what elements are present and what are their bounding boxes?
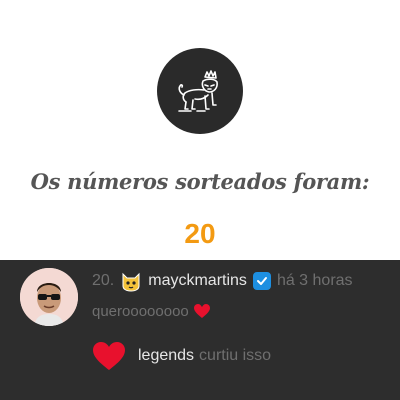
comment-text: queroooooooo (92, 302, 189, 320)
lion-icon (178, 70, 218, 112)
check-badge-icon (252, 272, 271, 290)
result-section: Os números sorteados foram: 20 (0, 0, 400, 260)
avatar-image (20, 268, 78, 326)
comment-rank: 20. (92, 272, 115, 289)
logo (157, 48, 243, 134)
avatar[interactable] (20, 268, 78, 326)
heart-icon[interactable] (92, 341, 126, 371)
drawn-number: 20 (184, 218, 216, 249)
comment-timestamp: há 3 horas (276, 272, 353, 289)
like-row: legends curtiu isso (92, 338, 271, 374)
liker-username[interactable]: legends (138, 347, 194, 365)
heart-emoji-icon (193, 303, 211, 319)
comment-header: 20. mayckmartins há 3 horas (92, 270, 353, 292)
cat-face-icon (120, 270, 142, 292)
comment-username[interactable]: mayckmartins (148, 272, 247, 290)
comment-body: queroooooooo (92, 300, 211, 322)
draw-headline: Os números sorteados foram: (30, 169, 370, 194)
liked-status: curtiu isso (199, 347, 272, 364)
